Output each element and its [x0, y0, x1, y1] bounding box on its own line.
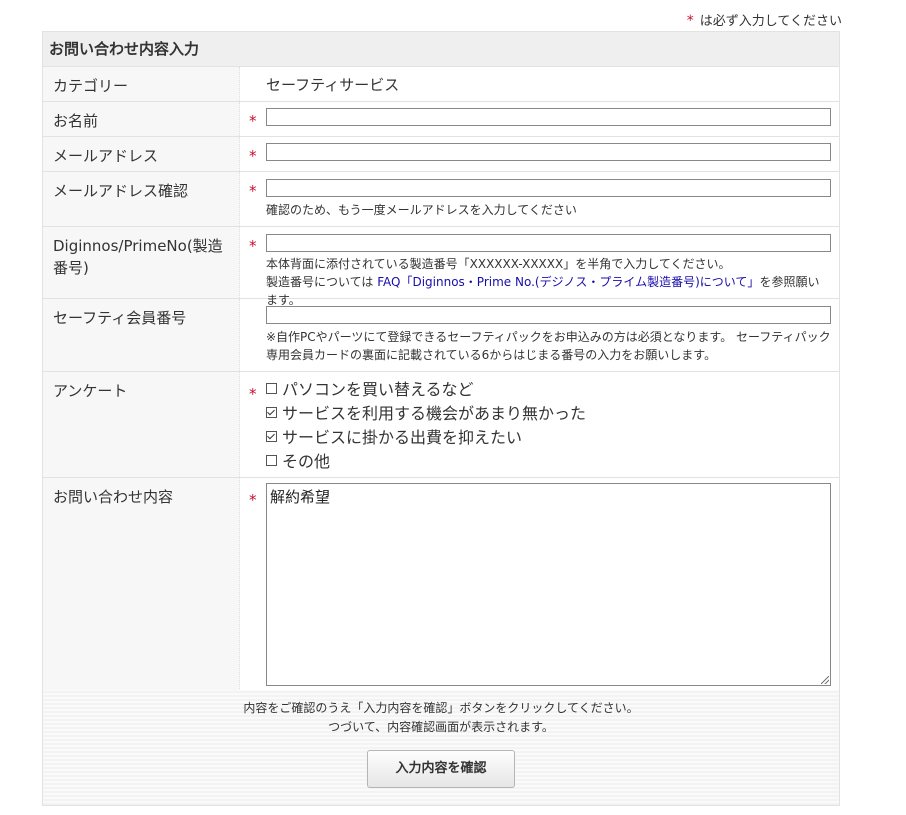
inquiry-row: お問い合わせ内容 * 解約希望: [43, 478, 839, 693]
survey-option-label: サービスに掛かる出費を抑えたい: [282, 428, 523, 447]
required-marker-icon: *: [249, 237, 257, 255]
email-confirm-input[interactable]: [266, 179, 831, 197]
required-marker-icon: *: [686, 13, 694, 29]
checkbox-icon[interactable]: [266, 382, 277, 394]
inquiry-form: お問い合わせ内容入力 カテゴリー セーフティサービス お名前 * メールアドレス…: [42, 31, 840, 806]
required-marker-icon: *: [249, 385, 257, 403]
inquiry-textarea[interactable]: 解約希望: [266, 483, 831, 686]
required-marker-icon: *: [249, 147, 257, 165]
serial-help: 本体背面に添付されている製造番号「XXXXXX-XXXXX」を半角で入力してくだ…: [266, 257, 731, 271]
checkbox-icon[interactable]: [266, 454, 277, 466]
required-note: * は必ず入力してください: [687, 10, 842, 29]
email-confirm-row: メールアドレス確認 * 確認のため、もう一度メールアドレスを入力してください: [43, 172, 839, 227]
survey-row: アンケート * パソコンを買い替えるなど サービスを利用する機会があまり無かった…: [43, 372, 839, 478]
serial-faq-link[interactable]: FAQ「Diginnos・Prime No.(デジノス・プライム製造番号)につい…: [377, 275, 759, 289]
form-title: お問い合わせ内容入力: [43, 32, 839, 67]
footer-message-line1: 内容をご確認のうえ「入力内容を確認」ボタンをクリックしてください。: [243, 701, 639, 715]
name-label: お名前: [43, 102, 240, 136]
form-footer: 内容をご確認のうえ「入力内容を確認」ボタンをクリックしてください。 つづいて、内…: [43, 690, 839, 805]
serial-faq-prefix: 製造番号については: [266, 275, 374, 289]
email-label: メールアドレス: [43, 137, 240, 171]
required-marker-icon: *: [249, 112, 257, 130]
footer-message-line2: つづいて、内容確認画面が表示されます。: [328, 720, 554, 734]
member-number-input[interactable]: [266, 306, 831, 324]
required-marker-icon: *: [249, 182, 257, 200]
required-note-text: は必ず入力してください: [699, 14, 842, 29]
footer-message: 内容をご確認のうえ「入力内容を確認」ボタンをクリックしてください。 つづいて、内…: [43, 690, 839, 737]
inquiry-text: 解約希望: [270, 488, 331, 506]
inquiry-label: お問い合わせ内容: [43, 478, 240, 693]
email-confirm-label: メールアドレス確認: [43, 172, 240, 226]
name-row: お名前 *: [43, 102, 839, 137]
survey-option-replace-pc[interactable]: パソコンを買い替えるなど: [266, 376, 831, 400]
category-label: カテゴリー: [43, 67, 240, 101]
survey-option-label: サービスを利用する機会があまり無かった: [282, 404, 587, 423]
category-value: セーフティサービス: [266, 76, 400, 94]
category-row: カテゴリー セーフティサービス: [43, 67, 839, 102]
survey-option-other[interactable]: その他: [266, 448, 831, 472]
checkbox-checked-icon[interactable]: [266, 406, 277, 418]
survey-option-label: その他: [282, 452, 331, 471]
serial-label: Diginnos/PrimeNo(製造番号): [43, 227, 240, 298]
member-row: セーフティ会員番号 ※自作PCやパーツにて登録できるセーフティパックをお申込みの…: [43, 299, 839, 372]
resize-grip-icon[interactable]: [821, 676, 829, 684]
email-row: メールアドレス *: [43, 137, 839, 172]
required-marker-icon: *: [249, 491, 257, 509]
member-label: セーフティ会員番号: [43, 299, 240, 371]
survey-options: パソコンを買い替えるなど サービスを利用する機会があまり無かった サービスに掛か…: [266, 376, 831, 472]
name-input[interactable]: [266, 108, 831, 126]
survey-label: アンケート: [43, 372, 240, 477]
member-help: ※自作PCやパーツにて登録できるセーフティパックをお申込みの方は必須となります。…: [266, 330, 831, 362]
survey-option-rarely-used[interactable]: サービスを利用する機会があまり無かった: [266, 400, 831, 424]
email-input[interactable]: [266, 143, 831, 161]
email-confirm-help: 確認のため、もう一度メールアドレスを入力してください: [266, 203, 577, 217]
survey-option-label: パソコンを買い替えるなど: [282, 380, 474, 399]
checkbox-checked-icon[interactable]: [266, 430, 277, 442]
confirm-input-button[interactable]: 入力内容を確認: [367, 750, 515, 788]
serial-row: Diginnos/PrimeNo(製造番号) * 本体背面に添付されている製造番…: [43, 227, 839, 307]
serial-input[interactable]: [266, 234, 831, 252]
survey-option-reduce-cost[interactable]: サービスに掛かる出費を抑えたい: [266, 424, 831, 448]
